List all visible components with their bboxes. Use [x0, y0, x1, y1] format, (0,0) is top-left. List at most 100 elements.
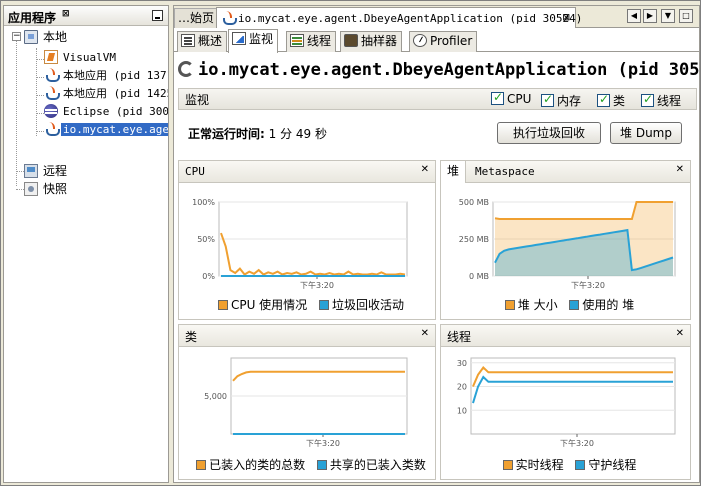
cpu-checkbox[interactable]: CPU	[491, 90, 531, 106]
classes-panel-header: 类 ✕	[179, 325, 435, 347]
view-tabs: 概述 监视 线程 抽样器 Profiler	[174, 28, 699, 53]
y-tick-label: 10	[457, 406, 467, 415]
threads-panel-header: 线程 ✕	[441, 325, 690, 347]
checkbox-icon	[541, 92, 554, 107]
classes-legend: 已装入的类的总数 共享的已装入类数	[179, 456, 435, 473]
legend-swatch	[502, 460, 513, 470]
tab-threads[interactable]: 线程	[286, 31, 337, 52]
x-tick-label: 下午3:20	[560, 438, 594, 448]
close-icon[interactable]: ✕	[421, 328, 429, 339]
cpu-panel-header: CPU ✕	[179, 161, 435, 183]
y-tick-label: 0%	[202, 272, 215, 281]
cpu-legend: CPU 使用情况 垃圾回收活动	[179, 296, 435, 313]
x-tick-label: 下午3:20	[571, 280, 605, 290]
tree-node-local[interactable]: 本地	[24, 28, 69, 46]
tree-node-remote[interactable]: 远程	[24, 162, 69, 180]
application-view: …始页 io.mycat.eye.agent.DbeyeAgentApplica…	[173, 5, 700, 483]
tree-guide-line	[36, 113, 44, 114]
y-tick-label: 0 MB	[469, 272, 489, 281]
checkbox-icon	[491, 90, 504, 105]
close-icon[interactable]: ✕	[421, 164, 429, 175]
threads-panel-title: 线程	[447, 330, 472, 344]
tab-monitor[interactable]: 监视	[228, 29, 279, 53]
visualvm-window: 应用程序 ⊠ − 本地 VisualVM 本地应用 (pid 13710 本地应…	[0, 0, 701, 486]
legend-label: 使用的 堆	[582, 298, 635, 312]
x-tick-label: 下午3:20	[300, 280, 334, 290]
tab-metaspace[interactable]: Metaspace	[475, 165, 535, 178]
java-icon	[221, 11, 237, 25]
legend-label: CPU 使用情况	[230, 298, 308, 312]
collapse-toggle[interactable]: −	[12, 32, 21, 41]
applications-panel-header: 应用程序 ⊠	[4, 6, 168, 26]
classes-panel: 类 ✕ 5,000 下午3:20 已装入的类的总数 共享的已装入类数	[178, 324, 436, 480]
threads-panel: 线程 ✕ 10 20 30 下午3:20 实时线程 守护线程	[440, 324, 691, 480]
close-icon[interactable]: ⊠	[62, 9, 70, 19]
classes-checkbox[interactable]: 类	[597, 92, 625, 109]
threads-checkbox[interactable]: 线程	[641, 92, 681, 109]
profiler-icon	[413, 34, 427, 47]
legend-label: 垃圾回收活动	[332, 298, 405, 312]
tree-guide-line	[16, 171, 24, 172]
tree-node-app-1425[interactable]: 本地应用 (pid 1425	[44, 84, 168, 102]
tab-profiler[interactable]: Profiler	[409, 31, 478, 52]
document-tabs: …始页 io.mycat.eye.agent.DbeyeAgentApplica…	[174, 6, 699, 29]
tab-sampler[interactable]: 抽样器	[340, 31, 403, 52]
minimize-icon[interactable]	[152, 10, 163, 21]
checkbox-icon	[641, 92, 654, 107]
checkbox-icon	[597, 92, 610, 107]
x-tick-label: 下午3:20	[306, 438, 340, 448]
close-icon[interactable]: ✕	[676, 328, 684, 339]
tree-node-app-13710[interactable]: 本地应用 (pid 13710	[44, 66, 168, 84]
application-header: io.mycat.eye.agent.DbeyeAgentApplication…	[178, 60, 700, 84]
close-icon[interactable]: ⊠	[562, 8, 570, 28]
scroll-right-icon[interactable]: ▶	[643, 9, 657, 23]
classes-panel-title: 类	[185, 330, 198, 344]
monitor-icon	[232, 32, 246, 45]
tree-node-snapshots[interactable]: 快照	[24, 180, 69, 198]
sampler-icon	[344, 34, 358, 47]
tab-heap[interactable]: 堆	[441, 161, 467, 183]
y-tick-label: 250 MB	[459, 235, 489, 244]
tab-overview[interactable]: 概述	[177, 31, 228, 52]
tab-application[interactable]: io.mycat.eye.agent.DbeyeAgentApplication…	[216, 7, 582, 29]
snapshot-icon	[24, 182, 38, 196]
heap-panel: 堆 Metaspace ✕ 0 MB 250 MB 500 MB 下午3:20 堆 大…	[440, 160, 691, 320]
y-tick-label: 5,000	[204, 392, 227, 401]
tree-node-visualvm[interactable]: VisualVM	[44, 48, 118, 66]
perform-gc-button[interactable]: 执行垃圾回收	[497, 122, 601, 144]
eclipse-icon	[44, 104, 58, 118]
java-icon	[44, 86, 60, 100]
plot-area	[470, 357, 676, 435]
y-tick-label: 20	[457, 383, 467, 392]
monitor-bar: 监视 CPU 内存 类 线程	[178, 88, 697, 110]
tree-guide-line	[36, 59, 44, 60]
tree-guide-line	[36, 95, 44, 96]
overview-icon	[181, 34, 195, 47]
y-tick-label: 30	[457, 359, 467, 368]
legend-swatch	[319, 300, 330, 310]
close-icon[interactable]: ✕	[676, 164, 684, 175]
threads-chart: 10 20 30 下午3:20	[457, 357, 676, 448]
legend-label: 守护线程	[588, 458, 637, 472]
legend-label: 共享的已装入类数	[329, 458, 426, 472]
classes-chart: 5,000 下午3:20	[204, 357, 408, 448]
maximize-icon[interactable]: □	[679, 9, 693, 23]
threads-legend: 实时线程 守护线程	[441, 456, 690, 473]
uptime-label: 正常运行时间:	[188, 127, 265, 141]
legend-swatch	[196, 460, 207, 470]
tab-start-page[interactable]: …始页	[174, 8, 219, 28]
scroll-left-icon[interactable]: ◀	[627, 9, 641, 23]
tree-guide-line	[36, 48, 37, 136]
java-icon	[44, 122, 60, 136]
y-tick-label: 500 MB	[459, 198, 489, 207]
memory-checkbox[interactable]: 内存	[541, 92, 581, 109]
heap-dump-button[interactable]: 堆 Dump	[610, 122, 682, 144]
remote-host-icon	[24, 164, 38, 178]
tab-list-icon[interactable]: ▼	[661, 9, 675, 23]
tree-guide-line	[36, 131, 44, 132]
loading-icon	[178, 61, 194, 77]
application-title: io.mycat.eye.agent.DbeyeAgentApplication…	[198, 60, 700, 80]
tree-node-dbeye-agent[interactable]: io.mycat.eye.agent	[44, 120, 168, 138]
tree-guide-line	[36, 77, 44, 78]
tree-node-eclipse[interactable]: Eclipse (pid 30040	[44, 102, 168, 120]
